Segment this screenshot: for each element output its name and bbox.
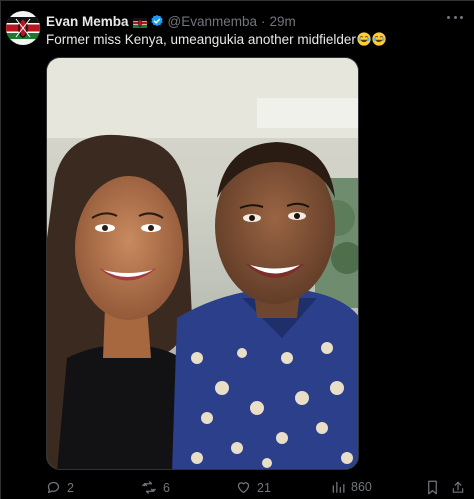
tweet-photo[interactable]: [46, 57, 359, 470]
top-divider: [0, 0, 474, 1]
more-options-icon[interactable]: [447, 14, 463, 20]
share-icon: [451, 480, 465, 495]
tweet-header: Evan Memba @Evanmemba · 29m: [46, 11, 296, 31]
views-button[interactable]: 860: [331, 480, 372, 494]
retweet-button[interactable]: 6: [141, 480, 170, 495]
bookmark-button[interactable]: [426, 480, 439, 495]
verified-badge-icon: [150, 14, 164, 28]
reply-button[interactable]: 2: [46, 480, 74, 495]
separator-dot: ·: [261, 13, 266, 29]
retweet-icon: [141, 480, 157, 495]
views-count: 860: [351, 480, 372, 494]
action-bar: 2 6 21 860: [46, 480, 466, 496]
kenya-flag-icon: [132, 16, 147, 28]
like-button[interactable]: 21: [236, 480, 271, 495]
heart-icon: [236, 480, 251, 495]
retweet-count: 6: [163, 480, 170, 495]
joy-icon: [372, 32, 386, 46]
like-count: 21: [257, 480, 271, 495]
handle[interactable]: @Evanmemba: [168, 14, 258, 29]
reply-icon: [46, 480, 61, 495]
tweet-text: Former miss Kenya, umeangukia another mi…: [46, 31, 386, 49]
display-name[interactable]: Evan Memba: [46, 14, 129, 29]
tweet-body: Former miss Kenya, umeangukia another mi…: [46, 32, 356, 47]
bookmark-icon: [426, 480, 439, 495]
share-button[interactable]: [451, 480, 465, 495]
left-divider: [0, 0, 1, 499]
timestamp[interactable]: 29m: [270, 14, 296, 29]
joy-icon: [357, 32, 371, 46]
views-chart-icon: [331, 480, 345, 494]
avatar[interactable]: [6, 11, 40, 45]
reply-count: 2: [67, 480, 74, 495]
